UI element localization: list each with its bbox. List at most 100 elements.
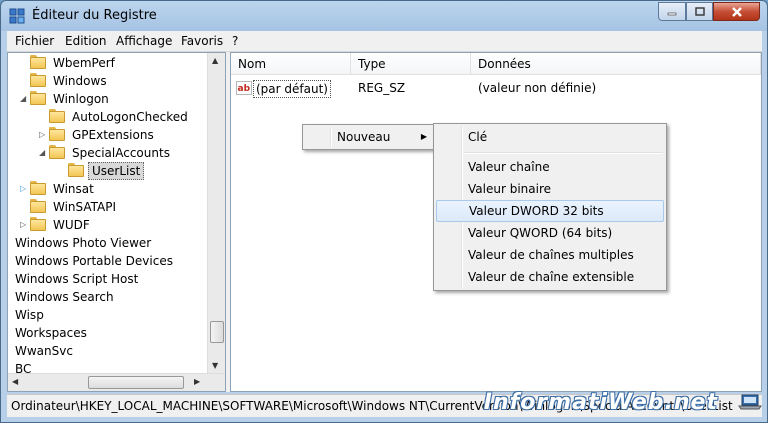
tree-item[interactable]: AutoLogonChecked [8,108,208,126]
menu-affichage[interactable]: Affichage [116,34,172,48]
tree-item[interactable]: UserList [8,162,208,180]
column-header-data[interactable]: Données [471,53,761,75]
title-bar[interactable]: Éditeur du Registre [1,1,767,31]
value-data: (valeur non définie) [478,81,597,95]
tree-item-label: SpecialAccounts [72,146,170,160]
tree-horizontal-scrollbar[interactable]: ◀ ▶ [8,373,225,391]
submenu-item[interactable]: Valeur chaîne [436,156,664,178]
scroll-down-icon[interactable]: ▼ [212,361,218,370]
tree-item[interactable]: Windows Portable Devices [8,252,208,270]
context-menu: Nouveau ▶ [302,124,436,150]
tree-item[interactable]: ◢ SpecialAccounts [8,144,208,162]
expand-arrow-icon[interactable]: ▷ [20,180,30,198]
watermark: InformatiWeb.net [483,390,718,415]
submenu-nouveau: Clé Valeur chaîne Valeur binaire Valeur DWO… [433,123,667,291]
menu-item-nouveau-label: Nouveau [337,130,391,144]
submenu-item-label: Valeur chaîne [468,160,550,174]
tree-item-label: Windows Script Host [15,272,139,286]
scroll-right-icon[interactable]: ▶ [194,377,200,386]
tree-item[interactable]: Windows Script Host [8,270,208,288]
folder-icon [49,145,65,159]
tree-item-label: Winsat [53,182,94,196]
submenu-item-label: Clé [468,130,488,144]
value-name: (par défaut) [253,80,331,98]
tree-item[interactable]: WinSATAPI [8,198,208,216]
tree-item[interactable]: Windows Photo Viewer [8,234,208,252]
tree-item-label: Windows Search [15,290,114,304]
laptop-icon [738,394,762,410]
submenu-item[interactable]: Clé [436,126,664,148]
submenu-item[interactable]: Valeur de chaînes multiples [436,244,664,266]
tree-item[interactable]: WwanSvc [8,342,208,360]
minimize-button[interactable] [658,2,686,21]
tree-vertical-scrollbar[interactable]: ▲ ▼ [207,53,225,375]
tree-item-label: Windows Photo Viewer [15,236,152,250]
hscroll-thumb[interactable] [88,376,184,389]
tree-item-label: Wisp [15,308,44,322]
value-type: REG_SZ [358,81,406,95]
tree-item[interactable]: Windows Search [8,288,208,306]
column-header-name[interactable]: Nom [231,53,351,75]
close-button[interactable] [713,2,760,21]
folder-icon [49,109,65,123]
menu-edition[interactable]: Edition [65,34,107,48]
submenu-item-label: Valeur DWORD 32 bits [469,204,604,218]
tree-item[interactable]: ◢ Winlogon [8,90,208,108]
tree-item[interactable]: Wisp [8,306,208,324]
menu-fichier[interactable]: Fichier [15,34,54,48]
menu-bar: Fichier Edition Affichage Favoris ? [7,31,762,52]
collapse-arrow-icon[interactable]: ◢ [39,144,49,162]
folder-icon [30,91,46,105]
tree-item-label: WUDF [53,218,90,232]
submenu-item[interactable]: Valeur DWORD 32 bits [436,200,664,222]
submenu-item[interactable]: Valeur QWORD (64 bits) [436,222,664,244]
maximize-icon [694,6,705,16]
menu-favoris[interactable]: Favoris [181,34,223,48]
tree-item-label: UserList [88,162,145,180]
submenu-arrow-icon: ▶ [420,132,427,141]
scroll-up-icon[interactable]: ▲ [212,56,218,65]
tree-item[interactable]: Windows [8,72,208,90]
column-header-type[interactable]: Type [351,53,471,75]
close-icon [731,6,742,17]
tree-item-label: Windows [53,74,107,88]
expand-arrow-icon[interactable]: ▷ [39,126,49,144]
tree-item-label: WwanSvc [15,344,73,358]
scroll-thumb[interactable] [210,321,224,343]
folder-icon [30,199,46,213]
tree-item-label: WinSATAPI [53,200,117,214]
folder-icon [30,55,46,69]
collapse-arrow-icon[interactable]: ◢ [20,90,30,108]
tree-item[interactable]: ▷ WUDF [8,216,208,234]
minimize-icon [667,12,677,15]
submenu-item-label: Valeur de chaînes multiples [468,248,634,262]
submenu-item[interactable]: Valeur binaire [436,178,664,200]
tree-item-label: Winlogon [53,92,109,106]
submenu-item[interactable]: Valeur de chaîne extensible [436,266,664,288]
submenu-item-label: Valeur QWORD (64 bits) [468,226,613,240]
tree-item-label: Windows Portable Devices [15,254,173,268]
maximize-button[interactable] [686,2,713,21]
folder-icon [30,73,46,87]
tree-item[interactable]: WbemPerf [8,54,208,72]
svg-text:ab: ab [238,84,251,94]
tree-item[interactable]: ▷ Winsat [8,180,208,198]
registry-editor-icon [9,8,25,24]
tree-item[interactable]: Workspaces [8,324,208,342]
folder-icon [30,217,46,231]
registry-tree[interactable]: BC WwanSvc Workspaces Wisp Windows Search Win… [7,52,226,392]
scroll-left-icon[interactable]: ◀ [12,377,18,386]
menu-item-nouveau[interactable]: Nouveau ▶ [305,126,433,148]
tree-item-label: Workspaces [15,326,87,340]
expand-arrow-icon[interactable]: ▷ [20,216,30,234]
folder-icon [49,127,65,141]
string-value-icon: ab [236,81,252,95]
tree-item-label: AutoLogonChecked [72,110,188,124]
submenu-item-label: Valeur de chaîne extensible [468,270,635,284]
tree-item[interactable]: ▷ GPExtensions [8,126,208,144]
menu-separator [464,152,663,154]
submenu-item-label: Valeur binaire [468,182,551,196]
folder-icon [68,163,84,177]
menu-help[interactable]: ? [232,34,238,48]
tree-item-label: WbemPerf [53,56,115,70]
